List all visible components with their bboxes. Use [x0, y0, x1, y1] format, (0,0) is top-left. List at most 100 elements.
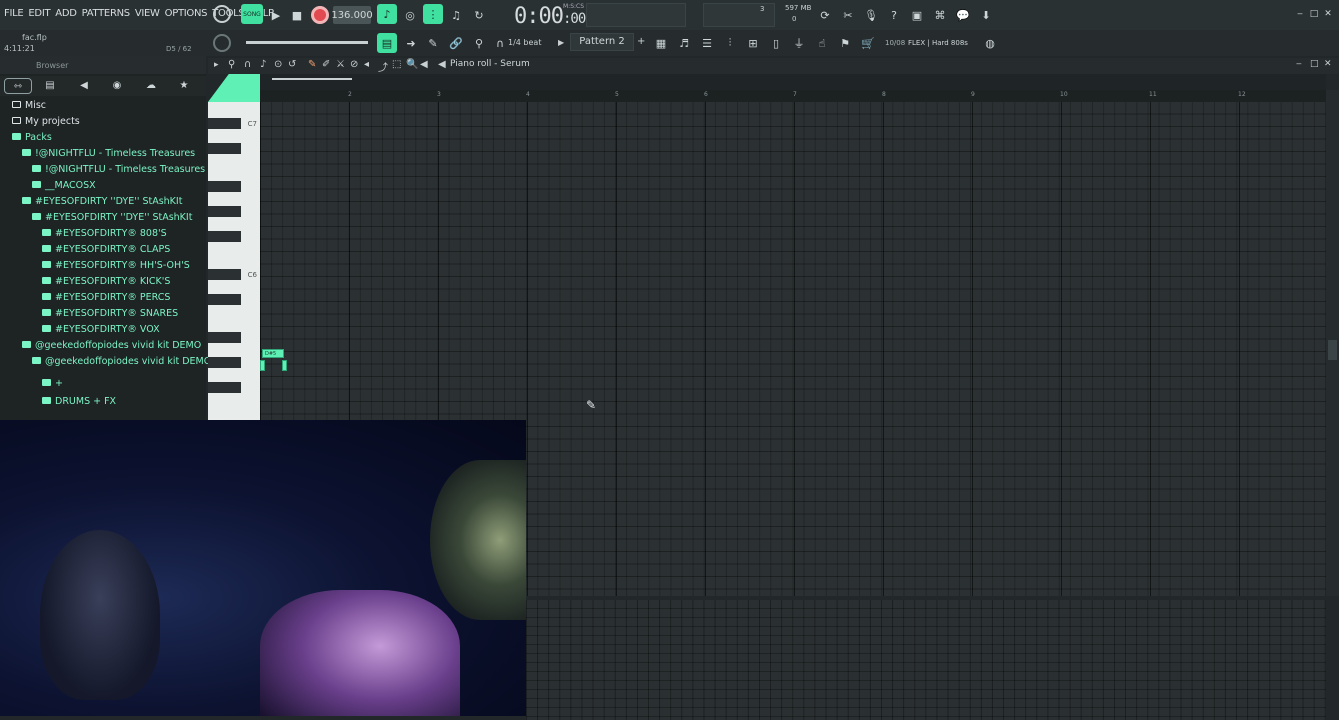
audio-tab-icon[interactable]: ◀ — [70, 78, 98, 94]
globe-icon[interactable]: ◍ — [980, 33, 1000, 53]
tag-icon[interactable]: ⚑ — [835, 33, 855, 53]
save-icon[interactable]: ▣ — [907, 5, 927, 25]
mixer-view-button[interactable]: ▤ — [377, 33, 397, 53]
master-volume-knob[interactable] — [213, 5, 231, 23]
pr-maximize-icon[interactable]: □ — [1310, 59, 1319, 69]
time-overview[interactable] — [260, 74, 1326, 90]
browser-item[interactable]: Misc — [12, 98, 46, 114]
pr-tools-icon[interactable]: ⚲ — [228, 59, 235, 70]
close-icon[interactable]: ✕ — [1318, 4, 1338, 24]
vertical-scrollbar[interactable] — [1326, 90, 1339, 596]
black-key[interactable] — [208, 356, 241, 368]
play-button[interactable]: ▶ — [266, 5, 286, 25]
touch-controller-icon[interactable]: ☝ — [812, 33, 832, 53]
overview-scroll-bar[interactable] — [272, 78, 352, 80]
slide-tool-icon[interactable]: ⤴ — [378, 59, 388, 74]
all-tab-icon[interactable]: ⇿ — [4, 78, 32, 94]
pr-corner-tab[interactable] — [208, 74, 260, 102]
black-key[interactable] — [208, 205, 241, 217]
help-icon[interactable]: ? — [884, 5, 904, 25]
note-block[interactable] — [260, 360, 265, 371]
browser-icon[interactable]: ▯ — [766, 33, 786, 53]
plugin-picker-icon[interactable]: ⊞ — [743, 33, 763, 53]
pitch-knob[interactable] — [213, 34, 231, 52]
note-block[interactable]: D#5 — [262, 349, 284, 358]
browser-item[interactable]: #EYESOFDIRTY® PERCS — [42, 290, 170, 306]
browser-item[interactable]: #EYESOFDIRTY® CLAPS — [42, 242, 170, 258]
browser-item[interactable]: + — [42, 376, 63, 392]
browser-item[interactable]: !@NIGHTFLU - Timeless Treasures — [22, 146, 195, 162]
pr-magnet-icon[interactable]: ∩ — [244, 59, 251, 70]
browser-item[interactable]: #EYESOFDIRTY® 808'S — [42, 226, 167, 242]
tempo-display[interactable]: 136.000 — [331, 6, 373, 24]
channel-speaker-icon[interactable]: ◀ — [438, 59, 446, 70]
stop-button[interactable]: ■ — [287, 5, 307, 25]
files-tab-icon[interactable]: ▤ — [36, 78, 64, 94]
knife-tool-icon[interactable]: ⚔ — [336, 59, 345, 70]
mute-tool-icon[interactable]: ◂ — [364, 59, 369, 70]
link-icon[interactable]: 🔗 — [446, 33, 466, 53]
preset-name[interactable]: FLEX | Hard 808s — [908, 39, 968, 47]
chat-icon[interactable]: 💬 — [953, 5, 973, 25]
pat-song-toggle[interactable]: SONG — [241, 4, 263, 24]
browser-item[interactable]: #EYESOFDIRTY® VOX — [42, 322, 160, 338]
download-icon[interactable]: ⬇ — [976, 5, 996, 25]
pr-loop-icon[interactable]: ↺ — [288, 59, 296, 70]
black-key[interactable] — [208, 331, 241, 343]
piano-roll-icon[interactable]: ♬ — [674, 33, 694, 53]
browser-item[interactable]: #EYESOFDIRTY ''DYE'' StAshKIt — [22, 194, 182, 210]
note-block[interactable] — [282, 360, 287, 371]
master-pitch-slider[interactable] — [246, 41, 368, 44]
plugins-tab-icon[interactable]: ◉ — [103, 78, 131, 94]
browser-item[interactable]: #EYESOFDIRTY® HH'S-OH'S — [42, 258, 190, 274]
black-key[interactable] — [208, 142, 241, 154]
black-key[interactable] — [208, 268, 241, 280]
browser-item[interactable]: __MACOSX — [32, 178, 96, 194]
zoom-tool-icon[interactable]: 🔍 — [406, 59, 418, 70]
velocity-lane[interactable] — [526, 600, 1326, 720]
countdown-button[interactable]: ⋮ — [423, 4, 443, 24]
record-button[interactable] — [310, 5, 330, 25]
pr-menu-arrow-icon[interactable]: ▸ — [214, 60, 219, 70]
brush-icon[interactable]: ✎ — [423, 33, 443, 53]
pr-minimize-icon[interactable]: ‒ — [1296, 59, 1302, 69]
browser-item[interactable]: DRUMS + FX — [42, 394, 116, 410]
select-tool-icon[interactable]: ⬚ — [392, 59, 401, 70]
wait-input-button[interactable]: ◎ — [400, 5, 420, 25]
timeline-ruler[interactable]: 2 3 4 5 6 7 8 9 10 11 12 — [260, 90, 1326, 102]
snap-selector[interactable]: 1/4 beat — [508, 38, 541, 47]
browser-item[interactable]: #EYESOFDIRTY® KICK'S — [42, 274, 170, 290]
channel-rack-icon[interactable]: ☰ — [697, 33, 717, 53]
mixer-icon[interactable]: ⫶ — [720, 33, 740, 53]
pr-close-icon[interactable]: ✕ — [1324, 59, 1332, 69]
menu-options[interactable]: OPTIONS — [165, 8, 208, 19]
browser-item[interactable]: #EYESOFDIRTY® SNARES — [42, 306, 178, 322]
metronome-button[interactable]: ♪ — [377, 4, 397, 24]
arrow-right-icon[interactable]: ➜ — [401, 33, 421, 53]
menu-file[interactable]: FILE — [4, 8, 24, 19]
browser-item[interactable]: @geekedoffopiodes vivid kit DEMO — [22, 338, 201, 354]
pencil-tool-icon[interactable]: ✎ — [308, 59, 316, 70]
cloud-tab-icon[interactable]: ☁ — [137, 78, 165, 94]
plug-icon[interactable]: ⏚ — [789, 33, 809, 53]
browser-item[interactable]: #EYESOFDIRTY ''DYE'' StAshKIt — [32, 210, 192, 226]
pattern-arrow-icon[interactable]: ▶ — [558, 38, 564, 47]
black-key[interactable] — [208, 231, 241, 242]
pattern-selector[interactable]: Pattern 2 — [570, 33, 634, 51]
blend-notes-button[interactable]: ♫ — [446, 5, 466, 25]
stamp-icon[interactable]: ⚲ — [469, 33, 489, 53]
add-pattern-icon[interactable]: + — [637, 36, 645, 47]
loop-record-button[interactable]: ↻ — [469, 5, 489, 25]
black-key[interactable] — [208, 382, 241, 393]
playlist-icon[interactable]: ▦ — [651, 33, 671, 53]
browser-item[interactable]: !@NIGHTFLU - Timeless Treasures — [32, 162, 205, 178]
menu-add[interactable]: ADD — [55, 8, 77, 19]
browser-item[interactable]: @geekedoffopiodes vivid kit DEMO — [32, 354, 211, 370]
menu-patterns[interactable]: PATTERNS — [82, 8, 131, 19]
black-key[interactable] — [208, 117, 241, 129]
favorites-tab-icon[interactable]: ★ — [170, 78, 198, 94]
black-key[interactable] — [208, 293, 241, 305]
browser-item[interactable]: My projects — [12, 114, 80, 130]
pr-target-icon[interactable]: ⊙ — [274, 59, 282, 70]
mic-icon[interactable]: 🎙 — [861, 5, 881, 25]
